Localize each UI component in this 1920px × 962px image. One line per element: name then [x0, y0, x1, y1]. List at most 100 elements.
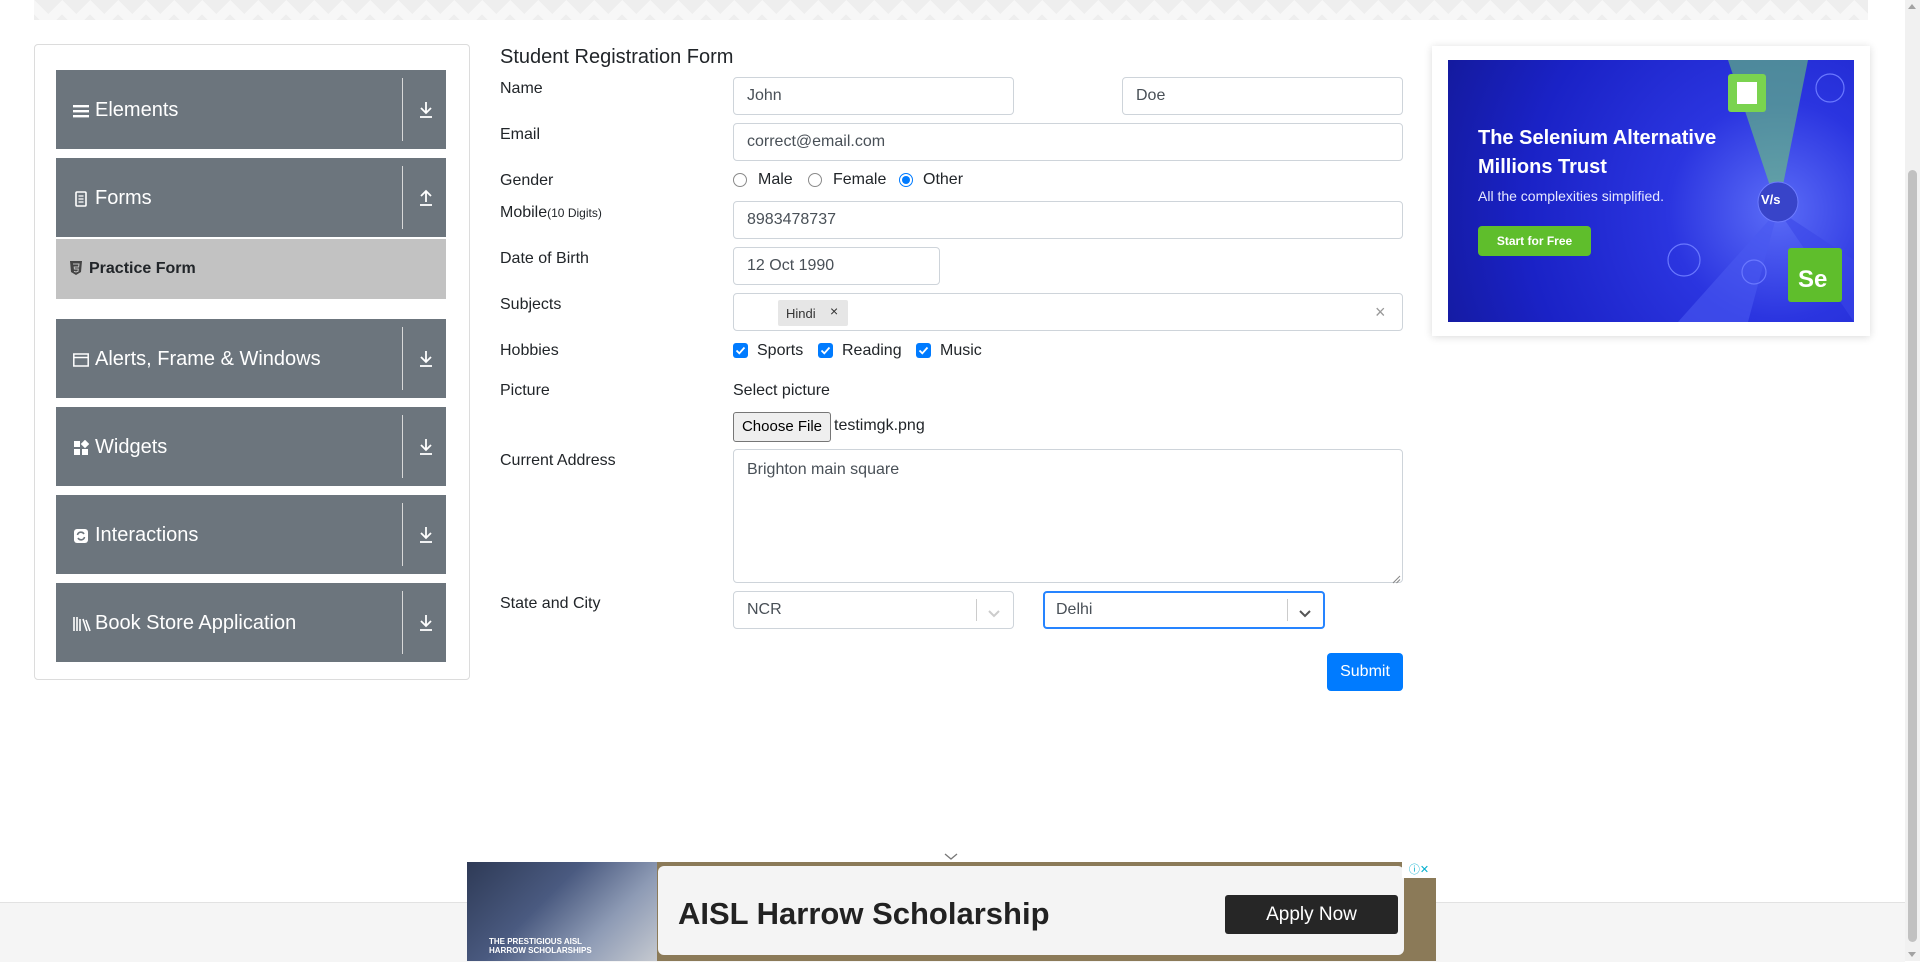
email-field[interactable]: correct@email.com — [733, 123, 1403, 161]
divider — [402, 78, 403, 141]
download-icon[interactable] — [417, 613, 435, 633]
books-icon — [73, 616, 91, 632]
divider — [402, 166, 403, 229]
divider — [402, 327, 403, 390]
download-icon[interactable] — [417, 349, 435, 369]
chip-remove-icon[interactable]: × — [830, 303, 838, 319]
email-label: Email — [500, 126, 541, 143]
download-icon[interactable] — [417, 100, 435, 120]
side-advertisement[interactable]: The Selenium Alternative Millions Trust … — [1432, 46, 1870, 336]
divider — [402, 503, 403, 566]
subject-chip: Hindi × — [778, 300, 848, 326]
sidebar-group-label: Forms — [95, 187, 152, 209]
current-address-textarea[interactable]: Brighton main square — [733, 449, 1403, 583]
start-for-free-button[interactable]: Start for Free — [1478, 226, 1591, 256]
window-icon — [73, 352, 89, 368]
chevron-down-icon[interactable] — [1299, 605, 1311, 623]
subjects-label: Subjects — [500, 296, 562, 313]
download-icon[interactable] — [417, 525, 435, 545]
state-value: NCR — [747, 601, 782, 618]
ad-photo: THE PRESTIGIOUS AISL HARROW SCHOLARSHIPS — [467, 862, 657, 961]
dob-label: Date of Birth — [500, 250, 589, 267]
document-icon — [73, 191, 89, 207]
sidebar-group-alerts[interactable]: Alerts, Frame & Windows — [56, 319, 446, 398]
ad-headline: AISL Harrow Scholarship — [678, 896, 1050, 931]
bottom-advertisement[interactable]: THE PRESTIGIOUS AISL HARROW SCHOLARSHIPS… — [467, 862, 1436, 961]
chevron-down-icon[interactable] — [988, 605, 1000, 623]
divider — [402, 591, 403, 654]
select-separator — [976, 599, 977, 621]
download-icon[interactable] — [417, 437, 435, 457]
scroll-down-icon[interactable] — [1908, 952, 1916, 957]
gender-label: Gender — [500, 172, 554, 189]
sidebar-item-practice-form[interactable]: Practice Form — [56, 239, 446, 299]
gender-female-label[interactable]: Female — [833, 171, 886, 189]
address-label: Current Address — [500, 452, 616, 469]
upload-icon[interactable] — [417, 188, 435, 208]
last-name-field[interactable]: Doe — [1122, 77, 1403, 115]
gender-male-radio[interactable] — [733, 173, 747, 187]
sidebar: Elements Forms Practice Form Alerts, Fra… — [34, 44, 470, 680]
picture-label: Picture — [500, 382, 550, 399]
mobile-hint: (10 Digits) — [547, 206, 602, 220]
ad-headline-line-2: Millions Trust — [1478, 156, 1607, 178]
ad-photo-caption-line-1: THE PRESTIGIOUS AISL — [489, 937, 583, 946]
sidebar-group-label: Interactions — [95, 524, 199, 546]
ad-subtext: All the complexities simplified. — [1478, 188, 1664, 204]
apply-now-button[interactable]: Apply Now — [1225, 895, 1398, 934]
choose-file-button[interactable]: Choose File — [733, 412, 831, 442]
hobby-sports-checkbox[interactable] — [733, 343, 748, 358]
mobile-label: Mobile(10 Digits) — [500, 204, 602, 222]
interactions-icon — [73, 528, 89, 544]
gender-other-label[interactable]: Other — [923, 171, 963, 189]
ad-photo-caption: THE PRESTIGIOUS AISL HARROW SCHOLARSHIPS — [489, 937, 592, 955]
sidebar-group-label: Widgets — [95, 436, 168, 458]
ad-card[interactable]: AISL Harrow Scholarship Apply Now — [658, 866, 1404, 955]
hobby-music-checkbox[interactable] — [916, 343, 931, 358]
sidebar-group-book-store[interactable]: Book Store Application — [56, 583, 446, 662]
gender-male-label[interactable]: Male — [758, 171, 793, 189]
select-separator — [1287, 599, 1288, 621]
state-select[interactable]: NCR — [733, 591, 1014, 629]
sidebar-group-widgets[interactable]: Widgets — [56, 407, 446, 486]
first-name-field[interactable]: John — [733, 77, 1014, 115]
sidebar-group-label: Alerts, Frame & Windows — [95, 348, 321, 370]
hobby-reading-label[interactable]: Reading — [842, 342, 902, 360]
hobby-sports-label[interactable]: Sports — [757, 342, 803, 360]
widgets-icon — [73, 439, 90, 456]
sidebar-group-elements[interactable]: Elements — [56, 70, 446, 149]
divider — [402, 415, 403, 478]
hobbies-label: Hobbies — [500, 342, 559, 359]
html5-icon — [70, 261, 82, 279]
mobile-label-text: Mobile — [500, 204, 548, 221]
sidebar-group-interactions[interactable]: Interactions — [56, 495, 446, 574]
ad-banner[interactable]: The Selenium Alternative Millions Trust … — [1448, 60, 1854, 322]
adchoices-icon[interactable]: ⓘ✕ — [1402, 862, 1436, 878]
sidebar-group-forms[interactable]: Forms — [56, 158, 446, 237]
ad-photo-caption-line-2: HARROW SCHOLARSHIPS — [489, 946, 592, 955]
selenium-badge: Se — [1798, 266, 1828, 293]
resize-handle-icon[interactable] — [1392, 571, 1401, 589]
gender-female-radio[interactable] — [808, 173, 822, 187]
sidebar-group-label: Elements — [95, 99, 179, 121]
city-select[interactable]: Delhi — [1043, 591, 1325, 629]
select-picture-label: Select picture — [733, 382, 830, 399]
name-label: Name — [500, 80, 543, 97]
date-of-birth-input[interactable]: 12 Oct 1990 — [733, 247, 940, 285]
hobby-reading-checkbox[interactable] — [818, 343, 833, 358]
scroll-up-icon[interactable] — [1908, 4, 1916, 9]
sidebar-group-label: Book Store Application — [95, 612, 297, 634]
vs-badge: V/s — [1761, 192, 1781, 207]
city-value: Delhi — [1056, 601, 1093, 618]
submit-button[interactable]: Submit — [1327, 653, 1403, 691]
file-name-text: testimgk.png — [834, 417, 925, 434]
ad-headline-line-1: The Selenium Alternative — [1478, 127, 1717, 149]
hobby-music-label[interactable]: Music — [940, 342, 982, 360]
scrollbar[interactable] — [1905, 0, 1920, 961]
ad-headline: The Selenium Alternative Millions Trust — [1478, 124, 1716, 182]
clear-subjects-icon[interactable]: × — [1375, 302, 1386, 323]
gender-other-radio[interactable] — [899, 173, 913, 187]
mobile-field[interactable]: 8983478737 — [733, 201, 1403, 239]
state-city-label: State and City — [500, 595, 601, 612]
scrollbar-thumb[interactable] — [1908, 170, 1917, 942]
